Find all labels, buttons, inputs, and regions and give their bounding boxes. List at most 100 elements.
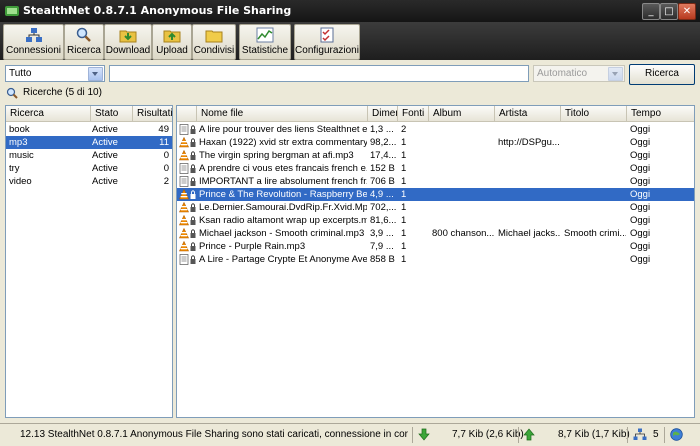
search-input[interactable] (109, 65, 529, 82)
file-time: Oggi (630, 215, 651, 226)
search-row[interactable]: music Active 0 (6, 149, 172, 162)
result-row[interactable]: Prince - Purple Rain.mp3 7,9 ... 1 Oggi (177, 240, 694, 253)
search-row[interactable]: book Active 49 (6, 123, 172, 136)
file-time: Oggi (630, 124, 651, 135)
result-row[interactable]: A Lire - Partage Crypte Et Anonyme Ave..… (177, 253, 694, 266)
upload-folder-icon (163, 30, 181, 43)
file-album (432, 214, 494, 227)
result-row[interactable]: IMPORTANT a lire absolument french fr...… (177, 175, 694, 188)
file-sources: 1 (401, 189, 407, 200)
file-album (432, 201, 494, 214)
search-row[interactable]: mp3 Active 11 (6, 136, 172, 149)
search-term: mp3 (9, 137, 28, 148)
file-size: 858 B (370, 254, 395, 265)
column-header-nome-file[interactable]: Nome file (197, 106, 368, 122)
vlc-media-icon (179, 150, 189, 161)
file-name: Haxan (1922) xvid str extra commentary..… (199, 137, 367, 148)
result-row[interactable]: Haxan (1922) xvid str extra commentary..… (177, 136, 694, 149)
configurazioni-button[interactable]: Configurazioni (294, 24, 360, 60)
file-artist (498, 175, 560, 188)
toolbar-label: Download (105, 45, 151, 56)
column-header-risultati[interactable]: Risultati (133, 106, 172, 122)
file-album (432, 188, 494, 201)
file-title (564, 136, 626, 149)
column-header-dimensione[interactable]: Dimen (368, 106, 398, 122)
file-name: A prendre ci vous etes francais french e… (199, 163, 367, 174)
column-header-stato[interactable]: Stato (91, 106, 133, 122)
search-result-count: 0 (163, 163, 169, 174)
file-artist (498, 149, 560, 162)
result-row[interactable]: Ksan radio altamont wrap up excerpts.m..… (177, 214, 694, 227)
file-title (564, 188, 626, 201)
result-row[interactable]: A prendre ci vous etes francais french e… (177, 162, 694, 175)
search-mode-value: Automatico (537, 68, 588, 79)
statistiche-button[interactable]: Statistiche (239, 24, 291, 60)
file-name: The virgin spring bergman at afi.mp3 (199, 150, 354, 161)
connection-count: 5 (653, 429, 659, 440)
search-row[interactable]: try Active 0 (6, 162, 172, 175)
file-title (564, 149, 626, 162)
vlc-media-icon (179, 137, 189, 148)
searches-summary: Ricerche (5 di 10) (23, 87, 102, 98)
search-status: Active (92, 163, 118, 174)
result-row[interactable]: A lire pour trouver des liens Stealthnet… (177, 123, 694, 136)
search-row[interactable]: video Active 2 (6, 175, 172, 188)
minimize-button[interactable]: _ (642, 3, 660, 20)
search-button[interactable]: Ricerca (629, 64, 695, 85)
file-sources: 1 (401, 150, 407, 161)
result-row[interactable]: Michael jackson - Smooth criminal.mp3 3,9… (177, 227, 694, 240)
column-header-icon[interactable] (177, 106, 197, 122)
search-term: video (9, 176, 32, 187)
lock-icon (190, 229, 196, 238)
vlc-media-icon (179, 202, 189, 213)
column-header-album[interactable]: Album (429, 106, 495, 122)
condivisi-button[interactable]: Condivisi (192, 24, 236, 60)
close-button[interactable]: ✕ (678, 3, 696, 20)
document-icon (179, 124, 189, 135)
toolbar-label: Configurazioni (295, 45, 359, 56)
file-album: 800 chanson... (432, 228, 494, 239)
download-button[interactable]: Download (104, 24, 152, 60)
search-mode-select[interactable]: Automatico (533, 65, 625, 82)
toolbar-label: Condivisi (193, 45, 235, 56)
search-type-select[interactable]: Tutto (5, 65, 105, 82)
file-sources: 1 (401, 176, 407, 187)
file-album (432, 253, 494, 266)
maximize-button[interactable]: □ (660, 3, 678, 20)
file-size: 706 B (370, 176, 395, 187)
lock-icon (190, 177, 196, 186)
file-artist: Michael jacks... (498, 228, 560, 239)
download-rate: 7,7 Kib (2,6 Kib) (452, 429, 524, 440)
column-header-ricerca[interactable]: Ricerca (6, 106, 91, 122)
column-header-fonti[interactable]: Fonti (398, 106, 429, 122)
file-name: A lire pour trouver des liens Stealthnet… (199, 124, 367, 135)
search-term: try (9, 163, 20, 174)
search-result-count: 49 (158, 124, 169, 135)
file-size: 152 B (370, 163, 395, 174)
column-header-artista[interactable]: Artista (495, 106, 561, 122)
chevron-down-icon[interactable] (88, 67, 103, 81)
file-artist (498, 201, 560, 214)
ricerca-button[interactable]: Ricerca (64, 24, 104, 60)
vlc-media-icon (179, 241, 189, 252)
result-row[interactable]: The virgin spring bergman at afi.mp3 17,4… (177, 149, 694, 162)
lock-icon (190, 164, 196, 173)
file-time: Oggi (630, 163, 651, 174)
title-bar[interactable]: StealthNet 0.8.7.1 Anonymous File Sharin… (0, 0, 700, 22)
file-title (564, 175, 626, 188)
lock-icon (190, 216, 196, 225)
upload-button[interactable]: Upload (152, 24, 192, 60)
file-sources: 1 (401, 215, 407, 226)
result-row[interactable]: Prince & The Revolution - Raspberry Be..… (177, 188, 694, 201)
chevron-down-icon[interactable] (608, 67, 623, 81)
toolbar-label: Ricerca (67, 45, 101, 56)
column-header-titolo[interactable]: Titolo (561, 106, 627, 122)
file-title: Smooth crimi... (564, 228, 626, 239)
file-title (564, 240, 626, 253)
result-row[interactable]: Le.Dernier.Samourai.DvdRip.Fr.Xvid.Mp...… (177, 201, 694, 214)
document-icon (179, 176, 189, 187)
connessioni-button[interactable]: Connessioni (3, 24, 64, 60)
magnifier-icon (76, 27, 91, 42)
column-header-tempo[interactable]: Tempo (627, 106, 694, 122)
lock-icon (190, 242, 196, 251)
